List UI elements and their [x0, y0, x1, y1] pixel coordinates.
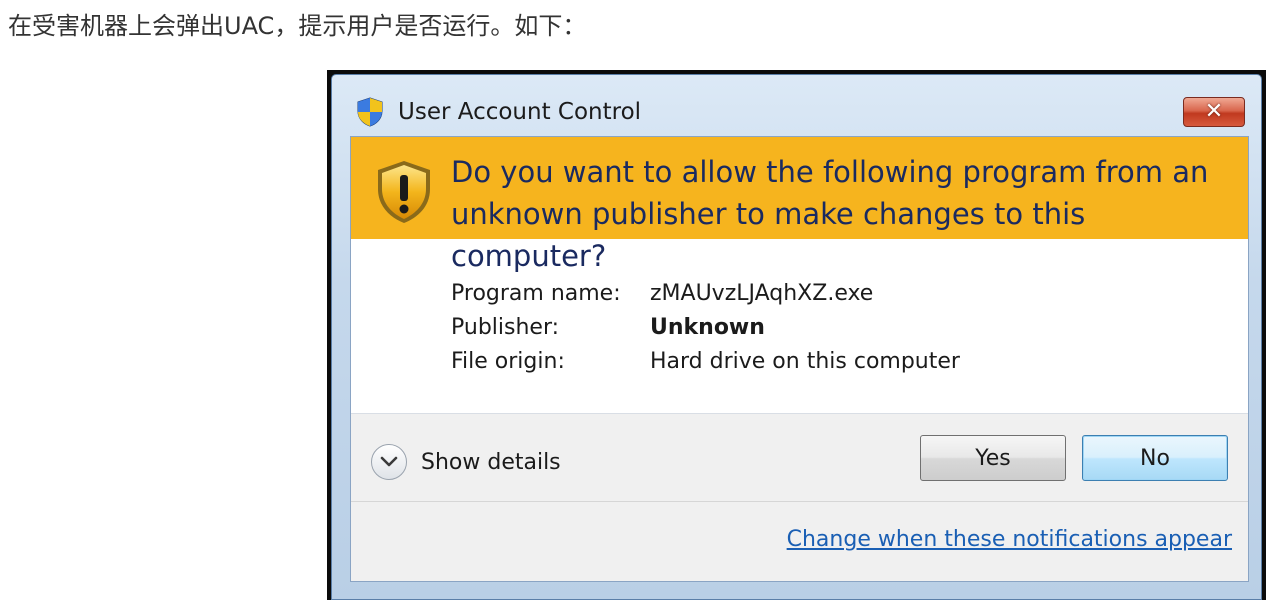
dialog-content: Do you want to allow the following progr… [350, 136, 1249, 582]
dialog-title: User Account Control [398, 99, 642, 125]
uac-dialog-screenshot: User Account Control ✕ Do you want to al… [327, 70, 1266, 600]
divider [351, 501, 1248, 502]
detail-value: Hard drive on this computer [650, 349, 960, 374]
show-details-toggle[interactable]: Show details [371, 444, 561, 480]
banner-question: Do you want to allow the following progr… [451, 151, 1241, 277]
detail-label: File origin: [451, 349, 565, 374]
banner-line-1: Do you want to allow the following progr… [451, 155, 1209, 189]
no-button[interactable]: No [1082, 435, 1228, 481]
close-icon: ✕ [1204, 99, 1224, 124]
change-notifications-link[interactable]: Change when these notifications appear [787, 527, 1232, 552]
detail-value: Unknown [650, 315, 765, 340]
detail-value: zMAUvzLJAqhXZ.exe [650, 281, 874, 306]
uac-shield-icon [357, 97, 383, 127]
show-details-label[interactable]: Show details [421, 450, 561, 475]
dialog-footer: Show details Yes No Change when these no… [351, 414, 1248, 581]
yes-button[interactable]: Yes [920, 435, 1066, 481]
uac-window: User Account Control ✕ Do you want to al… [331, 74, 1262, 600]
title-bar: User Account Control ✕ [332, 75, 1261, 137]
page-caption: 在受害机器上会弹出UAC，提示用户是否运行。如下： [8, 12, 587, 40]
warning-shield-icon [378, 161, 430, 223]
warning-banner: Do you want to allow the following progr… [351, 137, 1248, 273]
chevron-down-icon[interactable] [371, 444, 407, 480]
detail-label: Program name: [451, 281, 621, 306]
close-button[interactable]: ✕ [1183, 97, 1245, 127]
banner-line-2: unknown publisher to make changes to thi… [451, 197, 1086, 273]
detail-label: Publisher: [451, 315, 560, 340]
